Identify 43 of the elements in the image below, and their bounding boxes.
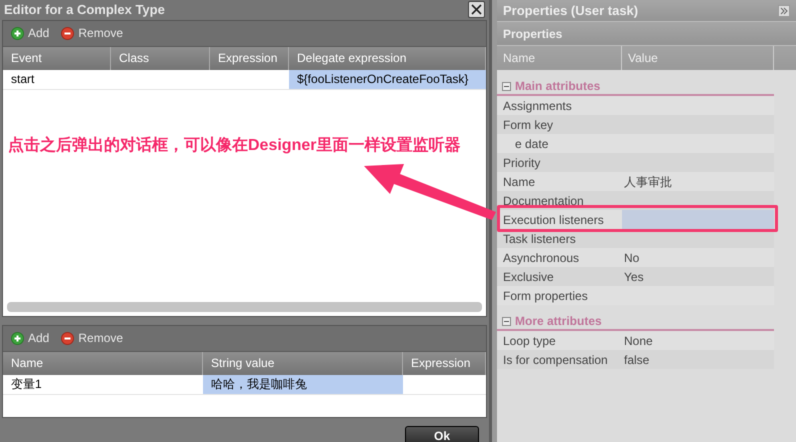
property-name: Documentation [502,192,585,210]
property-value[interactable]: Yes [622,267,774,286]
property-value[interactable]: false [622,350,774,369]
property-name: Loop type [502,332,557,350]
property-name: Task listeners [502,230,577,248]
panel-subtitle: Properties [503,26,562,42]
remove-button[interactable]: Remove [61,24,124,42]
property-name: Form properties [502,288,589,304]
section-title[interactable]: Main attributes [515,77,600,95]
panel-title: Properties (User task) [503,2,638,20]
table-cell[interactable]: ${fooListenerOnCreateFooTask} [289,70,486,88]
remove-icon [61,26,74,40]
property-name: Form key [502,116,554,134]
add-button[interactable]: Add [11,329,50,347]
property-value[interactable]: None [622,331,774,350]
table-cell[interactable]: 哈哈，我是咖啡兔 [203,374,403,394]
ok-button[interactable]: Ok [405,426,479,442]
property-name: Execution listeners [502,212,605,228]
collapse-icon[interactable] [502,82,511,90]
remove-button[interactable]: Remove [61,329,124,347]
property-name: Name [502,174,536,190]
add-button[interactable]: Add [11,24,50,42]
annotation-text: 点击之后弹出的对话框，可以像在Designer里面一样设置监听器 [8,135,460,156]
dialog-title: Editor for a Complex Type [4,1,165,19]
property-name: Priority [502,154,542,172]
column-header[interactable]: Name [497,46,622,70]
property-name: Assignments [502,98,573,114]
remove-icon [61,332,74,344]
section-title[interactable]: More attributes [515,312,602,330]
add-icon [11,26,24,40]
property-value[interactable]: No [622,248,774,267]
property-name: Asynchronous [502,250,580,266]
property-name: Exclusive [502,268,555,286]
add-icon [11,332,24,344]
close-button[interactable] [468,1,485,18]
column-header[interactable]: Value [622,46,774,70]
collapse-icon[interactable] [502,316,511,326]
close-icon [471,4,482,16]
scrollbar[interactable] [7,302,482,312]
property-name: e date [514,136,550,152]
collapse-icon[interactable] [778,4,790,16]
property-value[interactable]: 人事审批 [622,172,774,191]
property-name: Is for compensation [502,352,609,368]
